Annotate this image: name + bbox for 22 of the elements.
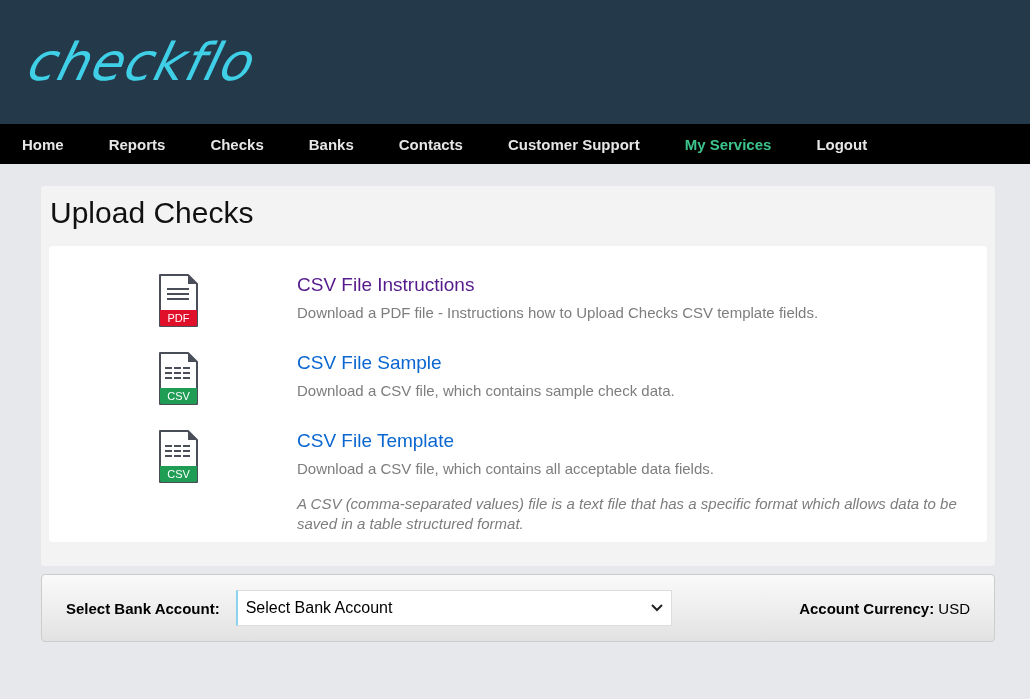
nav-link[interactable]: Customer Support	[507, 135, 640, 153]
nav-link[interactable]: Banks	[308, 135, 354, 153]
bank-select-label: Select Bank Account:	[66, 599, 220, 617]
download-description: Download a CSV file, which contains sample check data.	[297, 382, 675, 399]
download-link[interactable]: CSV File Sample	[297, 352, 675, 374]
nav-link[interactable]: My Services	[684, 135, 772, 153]
bank-account-select[interactable]: Select Bank Account	[235, 590, 672, 626]
download-description: Download a PDF file - Instructions how to Upload Checks CSV template fields.	[297, 304, 819, 321]
checkflo-logo: checkflo	[21, 32, 263, 92]
nav-link[interactable]: Contacts	[398, 135, 463, 153]
nav-link[interactable]: Home	[22, 135, 64, 153]
csv-note: A CSV (comma-separated values) file is a text file that has a specific format which allows data to be saved in a table structured format.	[297, 494, 958, 534]
download-link[interactable]: CSV File Template	[297, 430, 714, 452]
download-link[interactable]: CSV File Instructions	[297, 274, 819, 296]
nav-link[interactable]: Reports	[108, 135, 166, 153]
account-currency: Account Currency: USD	[799, 599, 970, 617]
nav-link[interactable]: Logout	[816, 135, 868, 153]
file-icon[interactable]: PDF	[158, 274, 198, 328]
nav-link[interactable]: Checks	[210, 135, 264, 153]
page-title: Upload Checks	[50, 196, 255, 230]
chevron-down-icon	[650, 604, 663, 612]
download-description: Download a CSV file, which contains all acceptable data fields.	[297, 460, 714, 477]
